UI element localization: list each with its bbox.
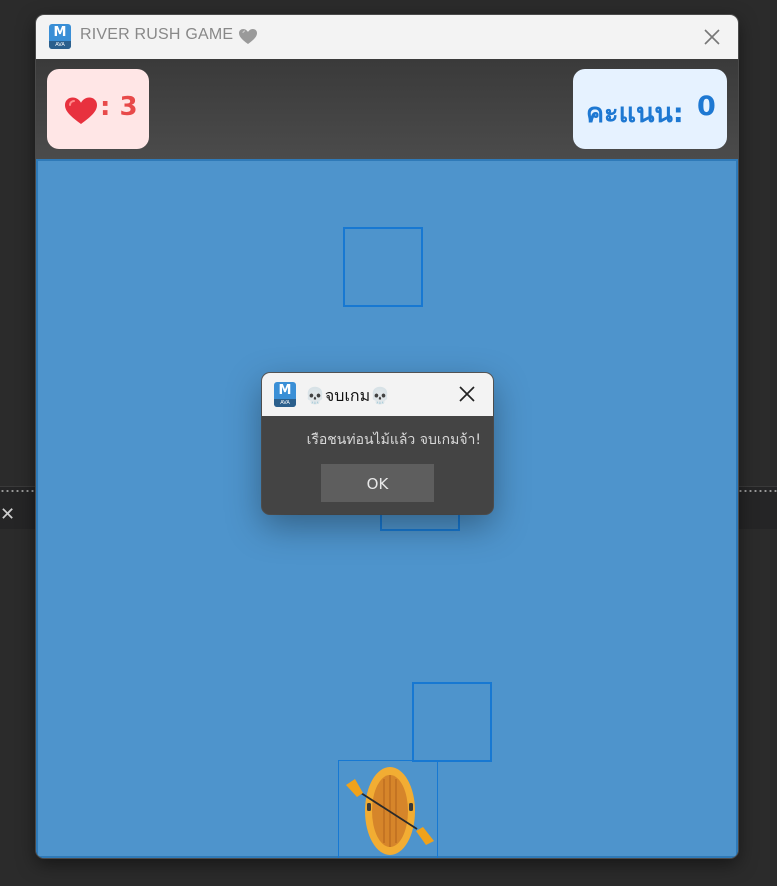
red-heart-icon — [65, 97, 97, 124]
lives-value: : 3 — [100, 92, 138, 122]
score-value: 0 — [697, 91, 716, 122]
background-close-icon: ✕ — [0, 504, 16, 525]
score-card: คะแนน: 0 — [573, 69, 727, 149]
dialog-title-bar[interactable]: M AVA 💀จบเกม💀 — [262, 373, 493, 416]
ok-button[interactable]: OK — [321, 464, 434, 502]
hud-bar: : 3 คะแนน: 0 — [36, 59, 738, 159]
splitter-dots — [738, 489, 777, 493]
avalonia-m-icon: M AVA — [274, 382, 296, 407]
background-panel-left: ✕ — [0, 486, 36, 529]
log-obstacle — [343, 227, 423, 307]
close-icon[interactable] — [700, 25, 724, 49]
player-boat — [338, 760, 438, 858]
close-icon[interactable] — [456, 383, 478, 405]
game-over-dialog: M AVA 💀จบเกม💀 เรือชนท่อนไม้แล้ว จบเกมจ้า… — [262, 373, 493, 514]
dialog-message: เรือชนท่อนไม้แล้ว จบเกมจ้า! — [306, 432, 481, 448]
raft-with-paddle-icon — [346, 767, 434, 855]
lives-card: : 3 — [47, 69, 149, 149]
grey-heart-icon — [239, 29, 257, 44]
log-obstacle — [412, 682, 492, 762]
background-panel-right — [738, 486, 777, 529]
window-title: RIVER RUSH GAME — [80, 26, 234, 43]
splitter-dots — [0, 489, 36, 493]
score-label: คะแนน: — [586, 98, 684, 129]
avalonia-m-icon: M AVA — [49, 24, 71, 49]
dialog-title: 💀จบเกม💀 — [305, 386, 391, 405]
title-bar[interactable]: M AVA RIVER RUSH GAME — [36, 15, 738, 59]
